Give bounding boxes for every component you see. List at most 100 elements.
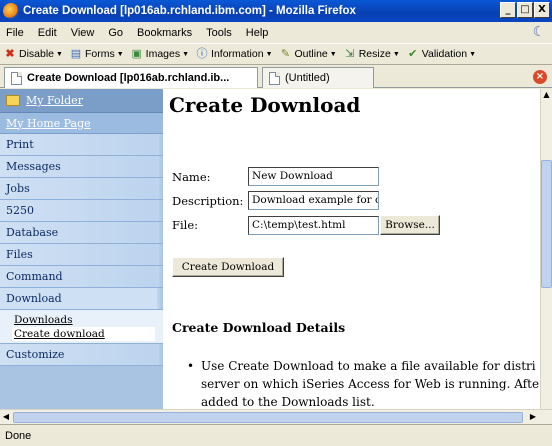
menu-help[interactable]: Help [239,27,276,39]
information-label: Information [211,48,264,60]
outline-icon: ✎ [280,48,291,60]
throbber-icon: ☾ [532,24,546,40]
menu-bookmarks[interactable]: Bookmarks [130,27,199,39]
tab-bar: Create Download [lp016ab.rchland.ib... (… [0,65,552,88]
minimize-button[interactable]: _ [500,2,516,18]
main-content: Create Download Name: New Download Descr… [163,89,540,409]
forms-label: Forms [84,48,115,60]
sidebar-item-database[interactable]: Database [0,222,163,244]
sidebar-item-5250[interactable]: 5250 [0,200,163,222]
images-label: Images [145,48,181,60]
maximize-button[interactable]: □ [517,2,533,18]
window-title-bar[interactable]: Create Download [lp016ab.rchland.ibm.com… [0,0,552,22]
dropdown-arrow-icon: ▼ [392,50,400,58]
page-icon [269,71,280,85]
dropdown-arrow-icon: ▼ [116,50,124,58]
my-home-page-link[interactable]: My Home Page [6,117,91,130]
folder-icon [6,95,20,106]
close-tab-icon[interactable]: × [533,70,547,84]
validation-label: Validation [421,48,468,60]
details-bullet: • Use Create Download to make a file ava… [187,357,540,409]
firefox-icon [3,3,19,19]
tab-label: Create Download [lp016ab.rchland.ib... [27,72,230,84]
menu-tools[interactable]: Tools [199,27,239,39]
tab-create-download[interactable]: Create Download [lp016ab.rchland.ib... [4,67,258,88]
sidebar-item-messages[interactable]: Messages [0,156,163,178]
disable-menu[interactable]: ✖ Disable ▼ [0,47,66,61]
description-row: Description: Download example for c [172,191,379,210]
sidebar-subitem-downloads[interactable]: Downloads [14,313,163,327]
menu-file[interactable]: File [0,27,31,39]
outline-menu[interactable]: ✎ Outline ▼ [276,47,340,61]
disable-label: Disable [19,48,55,60]
information-menu[interactable]: ⓘ Information ▼ [192,47,275,61]
validation-menu[interactable]: ✔ Validation ▼ [403,47,479,61]
tab-untitled[interactable]: (Untitled) [262,67,374,88]
scroll-left-arrow-icon[interactable]: ◀ [0,410,12,424]
scroll-right-arrow-icon[interactable]: ▶ [527,410,539,424]
sidebar-item-download[interactable]: Download [0,288,163,310]
status-text: Done [5,429,32,442]
dropdown-arrow-icon: ▼ [265,50,273,58]
bullet-line-1: Use Create Download to make a file avail… [201,359,536,373]
scroll-up-arrow-icon[interactable]: ▲ [541,89,552,101]
download-subitems: Downloads Create download [0,310,163,344]
images-icon: ▣ [131,48,142,60]
dropdown-arrow-icon: ▼ [56,50,63,58]
create-download-button[interactable]: Create Download [172,257,284,277]
window-controls: _ □ X [500,2,550,18]
outline-label: Outline [294,48,328,60]
sidebar-item-files[interactable]: Files [0,244,163,266]
window-title: Create Download [lp016ab.rchland.ibm.com… [23,5,356,17]
file-label: File: [172,218,199,232]
sidebar-subitem-create-download[interactable]: Create download [12,327,155,341]
name-row: Name: New Download [172,167,379,186]
bullet-line-3: added to the Downloads list. [201,395,375,409]
sidebar-item-command[interactable]: Command [0,266,163,288]
dropdown-arrow-icon: ▼ [329,50,337,58]
details-heading: Create Download Details [172,320,346,335]
bullet-line-2: server on which iSeries Access for Web i… [201,377,540,391]
images-menu[interactable]: ▣ Images ▼ [127,47,192,61]
home-page-row: My Home Page [0,113,163,134]
dropdown-arrow-icon: ▼ [469,50,477,58]
horizontal-scrollbar[interactable]: ◀ ▶ [0,409,552,424]
forms-menu[interactable]: ▤ Forms ▼ [66,47,127,61]
menu-bar: File Edit View Go Bookmarks Tools Help ☾ [0,22,552,43]
sidebar-item-print[interactable]: Print [0,134,163,156]
name-label: Name: [172,169,211,184]
forms-icon: ▤ [70,48,82,60]
menu-edit[interactable]: Edit [31,27,64,39]
page-viewport: My Folder My Home Page Print Messages Jo… [0,89,540,409]
description-label: Description: [172,193,244,208]
browse-button[interactable]: Browse... [380,215,440,235]
disable-icon: ✖ [5,48,15,60]
tab-label: (Untitled) [285,72,330,84]
description-field[interactable]: Download example for c [248,191,379,210]
sidebar-item-jobs[interactable]: Jobs [0,178,163,200]
resize-icon: ⇲ [345,48,355,60]
menu-go[interactable]: Go [101,27,130,39]
horizontal-scroll-thumb[interactable] [13,412,523,423]
file-row: File: C:\temp\test.html Browse... [172,215,440,235]
information-icon: ⓘ [196,48,208,60]
create-row: Create Download [172,257,284,277]
page-icon [11,71,22,85]
vertical-scroll-thumb[interactable] [541,160,552,288]
web-developer-toolbar: ✖ Disable ▼ ▤ Forms ▼ ▣ Images ▼ ⓘ Informat… [0,43,552,65]
vertical-scrollbar[interactable]: ▲ [540,89,552,409]
status-bar: Done [0,424,552,446]
resize-label: Resize [358,48,391,60]
name-field[interactable]: New Download [248,167,379,186]
page-title: Create Download [169,93,361,117]
menu-view[interactable]: View [64,27,102,39]
my-folder-header: My Folder [0,89,163,113]
close-button[interactable]: X [534,2,550,18]
resize-menu[interactable]: ⇲ Resize ▼ [340,47,403,61]
my-folder-link[interactable]: My Folder [26,94,83,107]
dropdown-arrow-icon: ▼ [182,50,190,58]
validation-icon: ✔ [408,48,418,60]
sidebar-item-customize[interactable]: Customize [0,344,163,366]
file-path-field[interactable]: C:\temp\test.html [248,215,379,235]
bullet-icon: • [187,359,195,373]
